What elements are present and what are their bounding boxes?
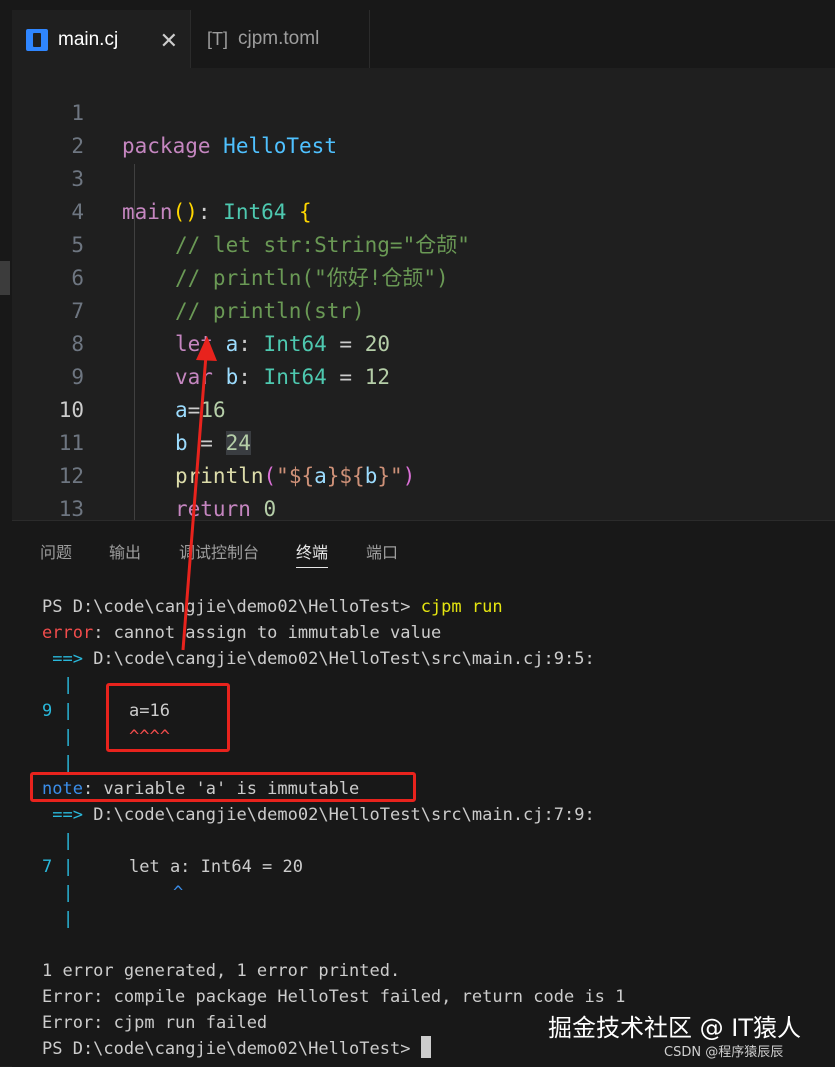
watermark-text: 掘金技术社区 @ IT猿人 bbox=[548, 1014, 801, 1042]
annotation-arrow bbox=[181, 336, 217, 651]
watermark-sub: CSDN @程序猿辰辰 bbox=[664, 1045, 784, 1060]
